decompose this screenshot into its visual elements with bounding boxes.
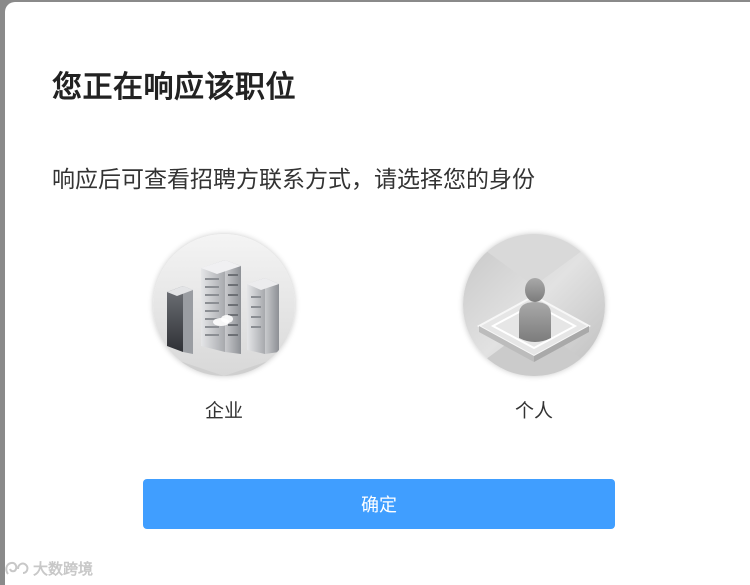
option-person-label: 个人	[514, 400, 553, 422]
watermark-logo-icon	[5, 561, 29, 575]
watermark-text: 大数跨境	[33, 560, 94, 578]
person-icon	[463, 234, 605, 376]
building-icon	[153, 234, 295, 376]
confirm-button[interactable]: 确定	[143, 479, 615, 529]
dialog-title: 您正在响应该职位	[52, 70, 296, 105]
identity-dialog: 您正在响应该职位 响应后可查看招聘方联系方式，请选择您的身份 企业 个人 确定	[5, 2, 750, 585]
option-person[interactable]: 个人	[459, 234, 609, 423]
option-company[interactable]: 企业	[149, 234, 299, 423]
option-company-label: 企业	[204, 400, 243, 422]
dialog-subtitle: 响应后可查看招聘方联系方式，请选择您的身份	[52, 167, 535, 193]
watermark: 大数跨境	[4, 558, 93, 579]
